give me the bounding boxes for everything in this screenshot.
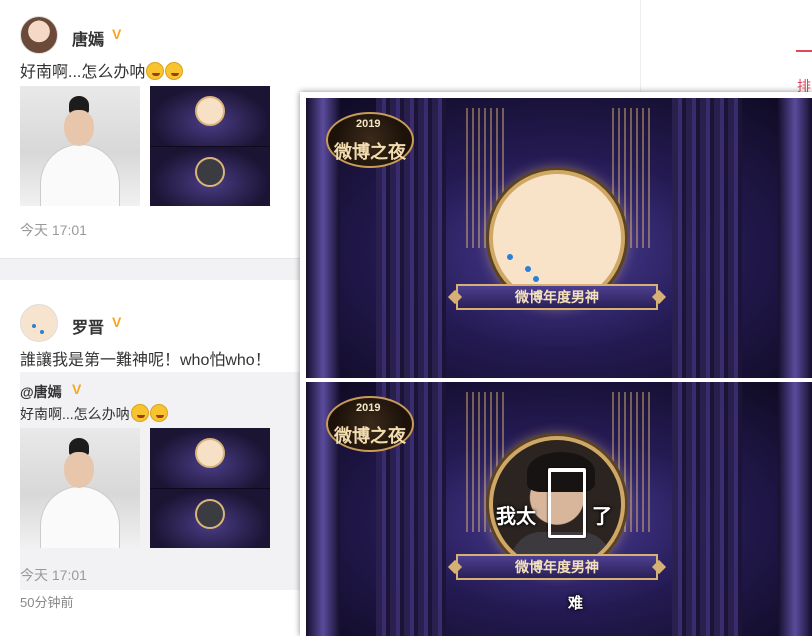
award-title: 微博年度男神 <box>515 289 599 305</box>
verified-badge-icon: V <box>72 381 82 397</box>
caption-text: 难 <box>568 595 584 612</box>
logo-year: 2019 <box>356 118 381 130</box>
caption-text: 了 <box>592 506 612 528</box>
quote-text: 好南啊...怎么办呐 <box>20 404 168 424</box>
award-banner: 微博年度男神 <box>447 284 667 310</box>
yawn-emoji-icon <box>165 62 184 80</box>
logo-text: 微博之夜 <box>334 142 406 163</box>
avatar[interactable] <box>20 304 58 342</box>
post-timestamp[interactable]: 50分钟前 <box>20 592 73 611</box>
quote-image-portrait[interactable] <box>20 428 140 548</box>
post-username[interactable]: 唐嫣 <box>72 26 104 50</box>
logo-text: 微博之夜 <box>334 426 406 447</box>
quote-text-content: 好南啊...怎么办呐 <box>20 406 130 422</box>
repost-quote[interactable]: @唐嫣 V 好南啊...怎么办呐 今天 17:01 <box>20 372 310 590</box>
laugh-cry-emoji-icon <box>146 62 165 80</box>
stage-panel-bottom: 2019 微博之夜 我太 了 微博年度男神 难 <box>306 382 812 636</box>
post-username[interactable]: 罗晋 <box>72 314 104 338</box>
portrait-head <box>64 110 94 146</box>
sidebar-accent-line <box>796 50 812 60</box>
laugh-cry-emoji-icon <box>130 404 149 422</box>
stage-panel-top: 2019 微博之夜 微博年度男神 <box>306 98 812 378</box>
award-banner: 微博年度男神 <box>447 554 667 580</box>
logo-year: 2019 <box>356 402 381 414</box>
verified-badge-icon: V <box>112 314 122 330</box>
caption-text: 我太 <box>496 506 536 528</box>
post-image-portrait[interactable] <box>20 86 140 206</box>
quote-timestamp[interactable]: 今天 17:01 <box>20 565 87 585</box>
quote-image-stage[interactable] <box>150 428 270 548</box>
post-timestamp[interactable]: 今天 17:01 <box>20 220 87 240</box>
scribble-overlay-icon <box>548 468 586 538</box>
post-image-stage[interactable] <box>150 86 270 206</box>
weibo-night-logo: 2019 微博之夜 <box>326 112 414 168</box>
post-text: 好南啊...怎么办呐 <box>20 58 184 82</box>
verified-badge-icon: V <box>112 26 122 42</box>
avatar[interactable] <box>20 16 58 54</box>
quote-username[interactable]: @唐嫣 <box>20 382 62 402</box>
post-text: 誰讓我是第一難神呢！who怕who！ <box>20 352 271 369</box>
weibo-night-logo: 2019 微博之夜 <box>326 396 414 452</box>
award-title: 微博年度男神 <box>515 559 599 575</box>
image-viewer-overlay[interactable]: 2019 微博之夜 微博年度男神 2019 微博之夜 我太 了 微博年度男神 难 <box>300 92 812 636</box>
yawn-emoji-icon <box>149 404 168 422</box>
post-text-content: 好南啊...怎么办呐 <box>20 64 146 81</box>
portrait-robe <box>40 144 120 206</box>
